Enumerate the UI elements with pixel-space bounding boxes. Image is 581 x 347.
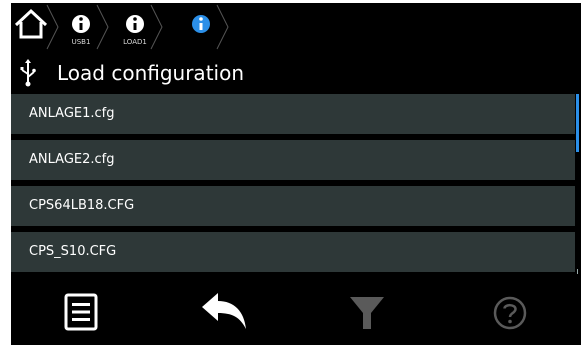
back-arrow-icon bbox=[202, 293, 246, 329]
breadcrumb: USB1 LOAD1 bbox=[11, 3, 581, 51]
usb-icon bbox=[20, 59, 36, 87]
list-item[interactable]: ANLAGE1.cfg bbox=[11, 94, 575, 136]
back-button[interactable] bbox=[196, 287, 256, 337]
scrollbar-thumb[interactable] bbox=[576, 94, 579, 152]
help-button[interactable] bbox=[481, 287, 541, 337]
file-name: CPS64LB18.CFG bbox=[29, 198, 135, 213]
menu-list-icon bbox=[64, 293, 98, 331]
breadcrumb-home[interactable] bbox=[11, 3, 59, 51]
info-icon-active bbox=[192, 4, 229, 50]
breadcrumb-label: USB1 bbox=[71, 38, 91, 46]
filter-icon bbox=[350, 297, 384, 329]
scrollbar-track-end bbox=[577, 269, 578, 274]
page-title: Load configuration bbox=[57, 61, 245, 85]
device-screen: USB1 LOAD1 Load configuration ANLAGE1.cf… bbox=[11, 3, 581, 345]
breadcrumb-label: LOAD1 bbox=[123, 38, 147, 46]
menu-button[interactable] bbox=[53, 287, 113, 337]
file-name: CPS_S10.CFG bbox=[29, 244, 117, 259]
filter-button[interactable] bbox=[338, 287, 398, 337]
list-item[interactable]: CPS_S10.CFG bbox=[11, 232, 575, 274]
file-name: ANLAGE2.cfg bbox=[29, 152, 115, 167]
breadcrumb-current bbox=[171, 3, 229, 51]
file-name: ANLAGE1.cfg bbox=[29, 106, 115, 121]
breadcrumb-usb1[interactable]: USB1 bbox=[57, 3, 109, 51]
list-item[interactable]: CPS64LB18.CFG bbox=[11, 186, 575, 228]
list-item[interactable]: ANLAGE2.cfg bbox=[11, 140, 575, 182]
breadcrumb-load1[interactable]: LOAD1 bbox=[111, 3, 163, 51]
help-icon bbox=[493, 296, 527, 330]
bottom-toolbar bbox=[11, 275, 581, 345]
file-list[interactable]: ANLAGE1.cfg ANLAGE2.cfg CPS64LB18.CFG CP… bbox=[11, 94, 575, 275]
header: Load configuration bbox=[11, 55, 581, 91]
home-icon bbox=[14, 4, 59, 50]
